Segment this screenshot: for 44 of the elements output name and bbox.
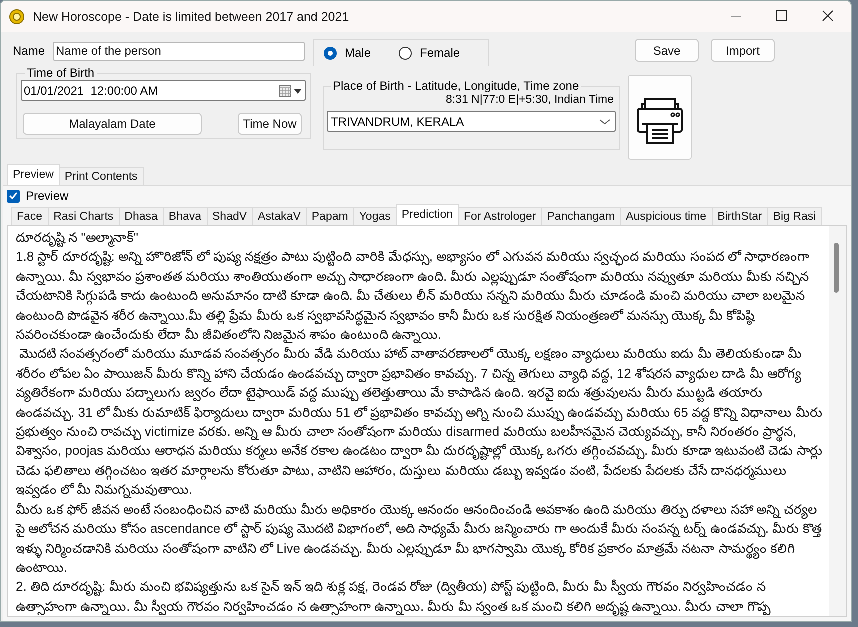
print-button[interactable] — [628, 75, 692, 160]
prediction-paragraph: దూరదృష్టి న "అల్మానాక్" — [16, 229, 140, 248]
radio-label[interactable]: Male — [345, 46, 372, 60]
tab[interactable]: BirthStar — [712, 207, 768, 225]
malayalam-date-button[interactable]: Malayalam Date — [23, 113, 202, 135]
tab[interactable]: Face — [11, 207, 49, 225]
name-field[interactable]: Name of the person — [53, 42, 306, 60]
tab[interactable]: Big Rasi — [767, 207, 822, 225]
tab[interactable]: Bhava — [162, 207, 208, 225]
scrollbar-thumb[interactable] — [834, 243, 839, 293]
checkbox[interactable] — [7, 190, 20, 202]
radio-label[interactable]: Female — [420, 46, 460, 60]
time-now-button[interactable]: Time Now — [238, 113, 302, 135]
scrollbar[interactable] — [829, 226, 846, 616]
tab[interactable]: ShadV — [206, 207, 254, 225]
tab[interactable]: Rasi Charts — [48, 207, 120, 225]
tab[interactable]: Panchangam — [541, 207, 622, 225]
group-title: Place of Birth - Latitude, Longitude, Time zone — [332, 79, 580, 93]
prediction-paragraph: మీరు ఒక ఫోర్ జీవన అంటే సంబంధించిన వాటి మరియు మీరు అధికారం యొక్క ఆనందం ఆనందించండి అవకాశం ఉంది మరియు తిర్పు దళాలు సహా అన్ని చర్యల పై ఆలోచన మరియు కోసం ascendance లో స్టార్ పుష్య మొదటి విభాగంలో, అది సాధ్యమే మీరు జన్మించారు గా అందుకే మీరు సంపన్న టర్న్ ఉండవచ్చు. మీరు కొత్త ఇళ్ళు నిర్మించడానికి మరియు సంతోషంగా వాటిని లో Live ఉండవచ్చు. మీరు ఎల్లప్పుడూ మీ భాగస్వామి యొక్క కోరిక ప్రకారం మాత్రమే నటనా సామర్థ్యం కలిగి ఉంటాయి. — [16, 500, 824, 577]
app-icon — [9, 8, 25, 24]
tab[interactable]: Prediction — [396, 204, 460, 225]
radio-button[interactable] — [399, 46, 412, 60]
window-title: New Horoscope - Date is limited between 2017 and 2021 — [33, 10, 350, 24]
radio-button[interactable] — [324, 46, 337, 60]
coordinates-text: 8:31 N|77:0 E|+5:30, Indian Time — [444, 94, 615, 106]
prediction-paragraph: 1.8 స్టార్ దూరదృష్టి: అన్ని హొరిజోన్ లో పుష్య నక్షత్రం పాటు పుట్టింది వారికి మేధస్సు, అభ్యాసం లో ఎగువన మరియు స్వచ్ఛంద మరియు సంపద లో సాధారణంగా ఉన్నాయి. మీ స్వభావం ప్రశాంతత మరియు శాంతియుతంగా అచ్చు సాధారణంగా ఉంది. మీరు ఎల్లప్పుడూ సంతోషంగా మరియు నవ్వుతూ మరియు మీకు నచ్చిన చేయటానికి సిగ్గుపడి కాదు ఉంటుంది అనుమానం దాటి కూడా ఉంది. మీ చేతులు లీన్ మరియు సన్నని మరియు మీరు చూడండి మంచి మరియు చాలా బలమైన ఉంటుంది పొడవైన శరీర ఉన్నాయి.మీ తల్లి ప్రేమ మీరు ఒక స్వభావసిద్ధమైన స్వభావం కానీ మీరు ఒక సురక్షిత నియంత్రణలో మనస్సు యొక్క మీ కోపిష్ఠి సవరించకుండా ఉంచేందుకు లేదా మీ జీవితంలోని నిజమైన శాపం ఉంటుంది ఉన్నాయి. — [16, 248, 811, 344]
prediction-paragraph: 2. తిది దూరదృష్టి: మీరు మంచి భవిష్యత్తును ఒక సైన్ ఇన్ ఇది శుక్ల పక్ష, రెండవ రోజు (ద్వితీయ) పోస్ట్ పుట్టింది, మీరు మీ స్వీయ గౌరవం నిర్వహించడం న ఉత్సాహంగా ఉన్నాయి. మీ స్వీయ గౌరవం నిర్వహించడం న ఉత్సాహంగా ఉన్నాయి. మీరు మీ స్వంత ఒక మంచి కలిగి అదృష్ట ఉన్నాయి. మీరు చాలా గొప్ప — [16, 578, 772, 616]
import-button[interactable]: Import — [711, 39, 775, 62]
save-button[interactable]: Save — [635, 39, 699, 62]
tab[interactable]: Papam — [306, 207, 354, 225]
place-dropdown[interactable]: TRIVANDRUM, KERALA — [327, 111, 616, 132]
tab[interactable]: Yogas — [353, 207, 397, 225]
checkbox-label[interactable]: Preview — [26, 189, 69, 203]
tab[interactable]: For Astrologer — [458, 207, 542, 225]
tab[interactable]: Preview — [7, 164, 60, 185]
tab[interactable]: Print Contents — [58, 167, 144, 185]
tab[interactable]: AstakaV — [252, 207, 307, 225]
name-label: Name — [13, 44, 46, 58]
group-title: Time of Birth — [26, 66, 96, 80]
calendar-icon[interactable] — [279, 84, 305, 98]
prediction-paragraph: మొదటి సంవత్సరంలో మరియు మూడవ సంవత్సరం మీరు వేడి మరియు హాట్ వాతావరణాలలో యొక్క లక్షణం వ్యాధులు మరియు ఐదు మీ తెలియకుండా మీ శరీరం లోపల ఏం పాయిజన్ మీరు కొన్ని హాని చేయడం ఉండవచ్చు ద్వారా ప్రభావితం కావచ్చు. 7 చిన్న తెగులు వ్యాధి వద్ద, 12 శోషరస వ్యాధుల దాడి మీ ఆరోగ్య వ్యతిరేకంగా మరియు పద్నాలుగు జ్వరం లేదా టైఫాయిడ్ వద్ద ముప్పు తలెత్తుతాయి మే కాపాడిన ఉంది. ఇరవై ఐదు శత్రువులను మీరు ముట్టడి తయారు ఉండవచ్చు. 31 లో మీకు రుమాటిక్ ఫిర్యాదులు ద్వారా మరియు 51 లో ప్రభావితం కావచ్చు అగ్ని నుంచి ముప్పు ఉండవచ్చు మరియు 65 వద్ద కొన్ని విధానాలు మీరు ప్రభుత్వం నుంచి రావచ్చు victimize వరకు. అన్ని ఆ మీరు చాలా సంతోషంగా మరియు disarmed మరియు బలహీనమైన చెయ్యవచ్చు, కానీ నిరంతరం ప్రార్థన, విశ్వాసం, poojas మరియు ఆరాధన మరియు కర్మలు అనేక రకాల ఉండటం ద్వారా మీ దురదృష్టాల్లో యొక్క ఒగరు తగ్గించవచ్చు. మీరు కూడా ఇటువంటి చెడు సార్లు చెడు ఫలితాలు తగ్గించటం ఇతర మార్గాలను కోరుతూ పాటు, వాటిని ఆహారం, దుస్తులు మరియు డబ్బు ఇవ్వడం వంటి, పేదలకు పేదలకు చేసే దానధర్మములు ఇవ్వడం లో మీ నిమగ్నమవుతాయి. — [16, 345, 824, 500]
date-time-picker[interactable]: 01/01/2021 12:00:00 AM — [21, 80, 306, 101]
tab[interactable]: Auspicious time — [620, 207, 713, 225]
tab[interactable]: Dhasa — [118, 207, 164, 225]
